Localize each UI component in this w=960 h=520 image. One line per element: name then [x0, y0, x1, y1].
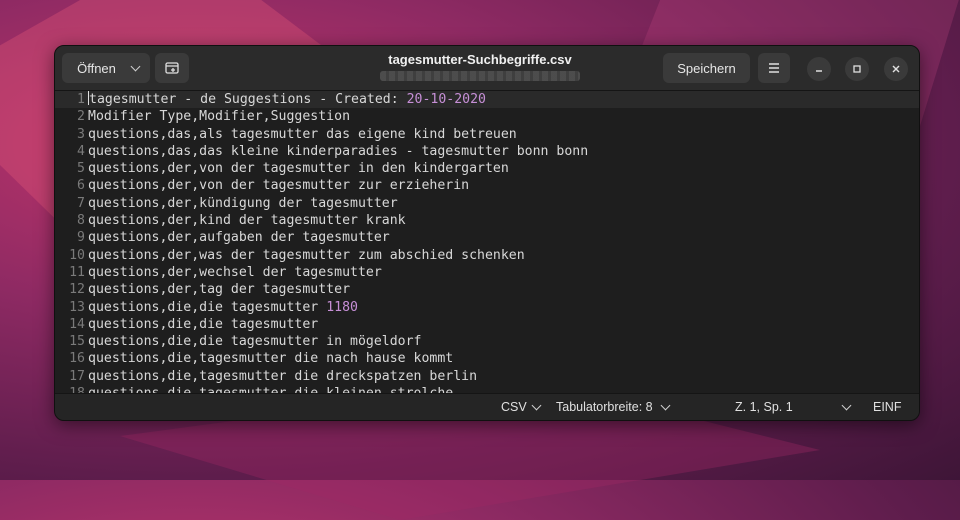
line-text: questions,der,aufgaben der tagesmutter	[88, 230, 390, 246]
minimize-button[interactable]	[807, 57, 831, 81]
chevron-down-icon	[531, 400, 542, 410]
maximize-icon	[853, 65, 861, 73]
editor-line[interactable]: 10 questions,der,was der tagesmutter zum …	[55, 247, 919, 264]
close-icon	[892, 65, 900, 73]
editor-line[interactable]: 3 questions,das,als tagesmutter das eigen…	[55, 126, 919, 143]
editor-line[interactable]: 6 questions,der,von der tagesmutter zur e…	[55, 177, 919, 194]
line-text: questions,das,als tagesmutter das eigene…	[88, 126, 517, 142]
editor-line[interactable]: 7 questions,der,kündigung der tagesmutter	[55, 195, 919, 212]
line-number: 4	[77, 143, 85, 159]
window-title-area: tagesmutter-Suchbegriffe.csv	[355, 52, 605, 81]
line-text: questions,der,von der tagesmutter in den…	[88, 161, 509, 177]
line-text: questions,der,kündigung der tagesmutter	[88, 195, 398, 211]
cursor-position-selector[interactable]: Z. 1, Sp. 1	[735, 394, 852, 420]
line-number: 1	[77, 92, 85, 107]
line-text: questions,der,was der tagesmutter zum ab…	[88, 247, 525, 263]
open-button-label: Öffnen	[77, 60, 116, 76]
line-number: 9	[77, 230, 85, 246]
line-number: 11	[69, 264, 85, 280]
tab-width-selector[interactable]: Tabulatorbreite: 8	[556, 394, 671, 420]
editor-line[interactable]: 14 questions,die,die tagesmutter	[55, 316, 919, 333]
editor-line[interactable]: 4 questions,das,das kleine kinderparadies…	[55, 143, 919, 160]
line-number: 3	[77, 126, 85, 142]
line-text: questions,der,kind der tagesmutter krank	[88, 213, 406, 229]
insert-mode-indicator[interactable]: EINF	[873, 394, 901, 420]
line-text: questions,die,die tagesmutter	[88, 299, 327, 315]
close-button[interactable]	[884, 57, 908, 81]
maximize-button[interactable]	[845, 57, 869, 81]
editor-line[interactable]: 8 questions,der,kind der tagesmutter kran…	[55, 212, 919, 229]
editor-line[interactable]: 13 questions,die,die tagesmutter 1180	[55, 299, 919, 316]
editor-line[interactable]: 15 questions,die,die tagesmutter in mögel…	[55, 333, 919, 350]
status-bar: CSV Tabulatorbreite: 8 Z. 1, Sp. 1 EINF	[55, 393, 919, 420]
window-title: tagesmutter-Suchbegriffe.csv	[388, 52, 572, 67]
text-view[interactable]: 1 tagesmutter - de Suggestions - Created:…	[55, 91, 919, 394]
line-number: 17	[69, 368, 85, 384]
line-number: 15	[69, 334, 85, 350]
new-tab-button[interactable]	[155, 53, 189, 83]
editor-line[interactable]: 11 questions,der,wechsel der tagesmutter	[55, 264, 919, 281]
chevron-down-icon	[841, 400, 852, 410]
highlighted-number: 20-10-2020	[406, 92, 486, 107]
insert-mode-label: EINF	[873, 400, 902, 414]
line-number: 2	[77, 109, 85, 125]
line-number: 10	[69, 247, 85, 263]
minimize-icon	[816, 70, 822, 72]
chevron-down-icon	[130, 61, 141, 71]
line-text: tagesmutter - de Suggestions - Created:	[89, 92, 407, 107]
line-number: 12	[69, 282, 85, 298]
line-text: Modifier Type,Modifier,Suggestion	[88, 109, 351, 125]
editor-line[interactable]: 5 questions,der,von der tagesmutter in de…	[55, 160, 919, 177]
line-text: questions,die,die tagesmutter	[88, 316, 319, 332]
editor-line[interactable]: 17 questions,die,tagesmutter die dreckspa…	[55, 368, 919, 385]
main-menu-button[interactable]	[758, 53, 790, 83]
hamburger-menu-icon	[769, 63, 779, 73]
language-label: CSV	[501, 400, 527, 414]
save-button[interactable]: Speichern	[663, 53, 750, 83]
language-selector[interactable]: CSV	[501, 394, 542, 420]
editor-line[interactable]: 2 Modifier Type,Modifier,Suggestion	[55, 108, 919, 125]
highlighted-number: 1180	[326, 299, 358, 315]
editor-line[interactable]: 12 questions,der,tag der tagesmutter	[55, 281, 919, 298]
line-number: 5	[77, 161, 85, 177]
line-text: questions,der,wechsel der tagesmutter	[88, 264, 382, 280]
editor-line[interactable]: 16 questions,die,tagesmutter die nach hau…	[55, 350, 919, 367]
line-number: 16	[69, 351, 85, 367]
chevron-down-icon	[660, 400, 671, 410]
line-number: 8	[77, 213, 85, 229]
line-text: questions,die,tagesmutter die nach hause…	[88, 351, 454, 367]
line-text: questions,das,das kleine kinderparadies …	[88, 143, 589, 159]
line-text: questions,der,von der tagesmutter zur er…	[88, 178, 470, 194]
line-number: 13	[69, 299, 85, 315]
new-tab-icon	[165, 62, 179, 74]
line-text: questions,der,tag der tagesmutter	[88, 282, 351, 298]
cursor-position-label: Z. 1, Sp. 1	[735, 400, 793, 414]
line-number: 7	[77, 195, 85, 211]
editor-line[interactable]: 9 questions,der,aufgaben der tagesmutter	[55, 229, 919, 246]
line-text: questions,die,die tagesmutter in mögeldo…	[88, 334, 422, 350]
open-button[interactable]: Öffnen	[62, 53, 150, 83]
editor-line[interactable]: 1 tagesmutter - de Suggestions - Created:…	[55, 91, 919, 109]
line-number: 14	[69, 316, 85, 332]
header-bar: Öffnen tagesmutter-Suchbegriffe.csv Spei…	[55, 46, 919, 91]
tab-width-label: Tabulatorbreite: 8	[556, 400, 653, 414]
text-editor-window: Öffnen tagesmutter-Suchbegriffe.csv Spei…	[54, 45, 920, 421]
line-number: 6	[77, 178, 85, 194]
file-path-subtitle	[380, 71, 580, 81]
line-text: questions,die,tagesmutter die dreckspatz…	[88, 368, 478, 384]
